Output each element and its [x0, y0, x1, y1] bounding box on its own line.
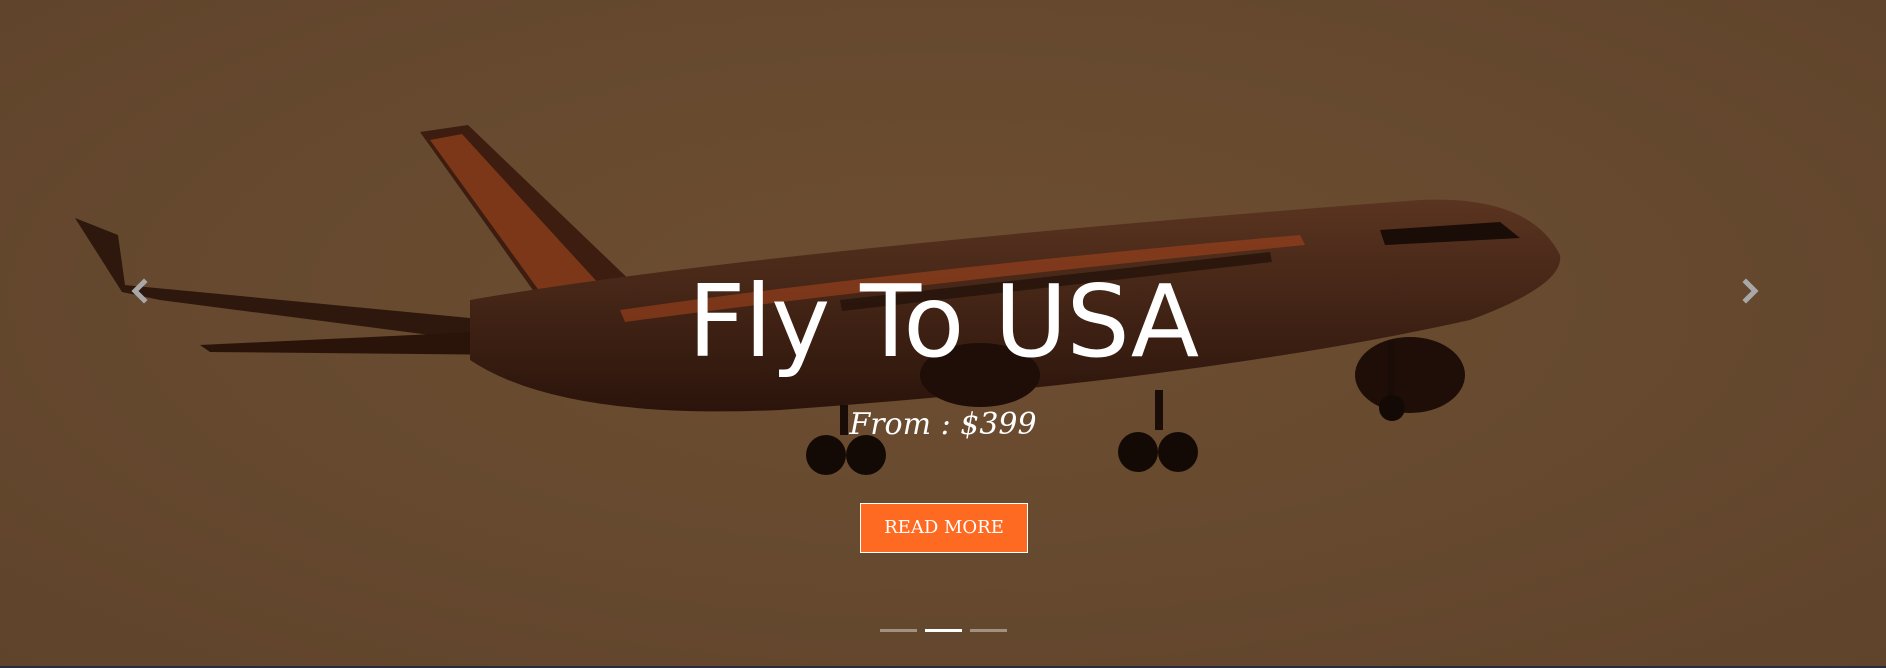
carousel-indicator-2[interactable]	[925, 629, 962, 632]
hero-carousel: Fly To USA From : $399 READ MORE	[0, 0, 1886, 668]
slide-title: Fly To USA	[687, 263, 1199, 380]
slide-price: From : $399	[849, 407, 1037, 442]
carousel-indicator-1[interactable]	[880, 629, 917, 632]
carousel-indicators	[880, 629, 1007, 635]
read-more-button[interactable]: READ MORE	[860, 503, 1028, 553]
carousel-indicator-3[interactable]	[970, 629, 1007, 632]
